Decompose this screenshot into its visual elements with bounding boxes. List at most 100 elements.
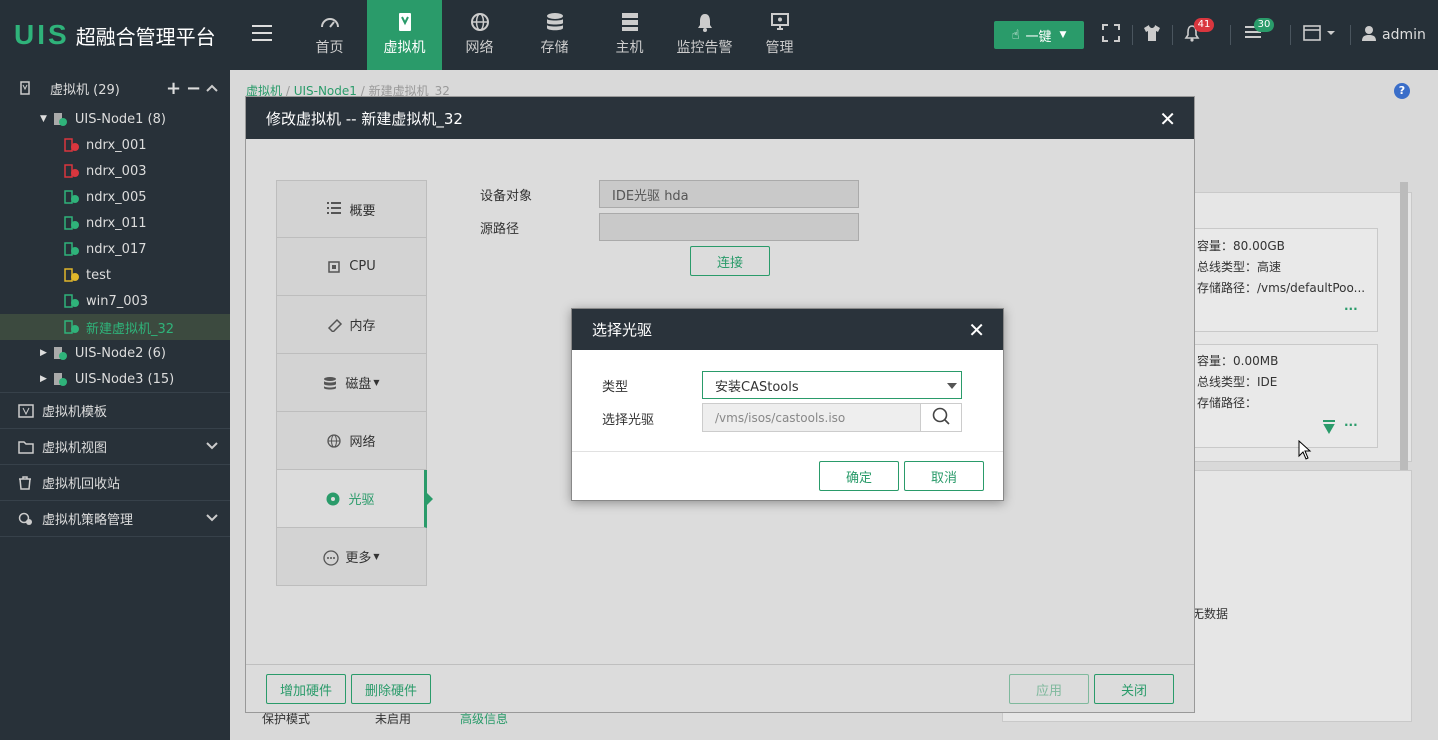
user-menu[interactable]: admin — [1362, 25, 1426, 45]
source-path-label: 源路径 — [480, 222, 520, 237]
sidebar-item-label: 虚拟机策略管理 — [42, 513, 134, 528]
vm-status-icon — [64, 242, 79, 256]
tree-node-2-label: UIS-Node2 (6) — [74, 345, 166, 361]
nav-storage-label: 存储 — [540, 40, 569, 56]
monitor-icon — [742, 12, 817, 34]
type-label: 类型 — [602, 380, 629, 395]
sidebar-item-recycle[interactable]: 虚拟机回收站 — [0, 464, 230, 500]
trash-icon — [18, 475, 32, 490]
close-button[interactable]: 关闭 — [1094, 674, 1174, 704]
vm-list-item[interactable]: ndrx_001 — [0, 132, 230, 158]
expanded-caret-icon: ▼ — [40, 114, 47, 124]
theme-shirt-icon[interactable] — [1143, 24, 1163, 44]
close-icon[interactable]: ✕ — [1159, 107, 1176, 131]
vm-list-item-label: ndrx_001 — [86, 137, 147, 153]
vm-list-item[interactable]: ndrx_005 — [0, 184, 230, 210]
vm-list-item[interactable]: ndrx_011 — [0, 210, 230, 236]
add-hardware-button[interactable]: 增加硬件 — [266, 674, 346, 704]
tab-cpu[interactable]: CPU — [276, 238, 427, 296]
search-button[interactable] — [920, 403, 962, 432]
confirm-button[interactable]: 确定 — [819, 461, 899, 491]
nav-home[interactable]: 首页 — [292, 0, 367, 70]
tree-node-2[interactable]: ▶ UIS-Node2 (6) — [0, 340, 230, 366]
sidebar-item-label: 虚拟机视图 — [42, 441, 108, 456]
folder-icon — [18, 440, 34, 454]
more-dots-icon[interactable]: ··· — [1344, 302, 1358, 316]
alerts-count-badge: 41 — [1194, 18, 1214, 32]
sidebar-item-policy[interactable]: 虚拟机策略管理 — [0, 500, 230, 536]
sidebar-header[interactable]: 虚拟机 (29) + − — [0, 70, 230, 106]
caret-down-icon: ▼ — [373, 378, 380, 387]
remove-hardware-button[interactable]: 删除硬件 — [351, 674, 431, 704]
nav-network[interactable]: 网络 — [442, 0, 517, 70]
collapsed-caret-icon: ▶ — [40, 348, 47, 358]
menu-toggle-icon[interactable] — [252, 25, 272, 41]
tab-disk[interactable]: 磁盘 ▼ — [276, 354, 427, 412]
cancel-button[interactable]: 取消 — [904, 461, 984, 491]
sidebar-header-label: 虚拟机 (29) — [50, 82, 120, 98]
tab-network[interactable]: 网络 — [276, 412, 427, 470]
type-select[interactable]: 安装CAStools — [702, 371, 962, 399]
collapse-icon[interactable] — [206, 81, 218, 96]
vm-list-item[interactable]: ndrx_017 — [0, 236, 230, 262]
sidebar-item-templates[interactable]: 虚拟机模板 — [0, 392, 230, 428]
vm-status-icon — [64, 294, 79, 308]
apply-button[interactable]: 应用 — [1009, 674, 1089, 704]
top-navbar: UIS 超融合管理平台 首页 虚拟机 网络 存储 主机 监控告警 管理 ☝ 一键… — [0, 0, 1438, 76]
disk2-capacity: 容量：0.00MB — [1197, 354, 1279, 368]
vm-list-item-label: win7_003 — [86, 293, 149, 309]
vm-list-item[interactable]: 新建虚拟机_32 — [0, 314, 230, 340]
tab-cdrom[interactable]: 光驱 — [276, 470, 433, 528]
vm-list-item[interactable]: ndrx_003 — [0, 158, 230, 184]
tasks-icon[interactable]: 30 — [1244, 18, 1274, 44]
connect-button[interactable]: 连接 — [690, 246, 770, 276]
vm-status-icon — [64, 164, 79, 178]
nav-monitor[interactable]: 监控告警 — [667, 0, 742, 70]
select-cdrom-dialog: 选择光驱 ✕ 类型 安装CAStools 选择光驱 /vms/isos/cast… — [571, 308, 1004, 501]
globe-icon — [442, 12, 517, 34]
sidebar-item-label: 虚拟机模板 — [42, 405, 108, 420]
type-select-value: 安装CAStools — [715, 379, 799, 395]
vm-list-item-label: ndrx_017 — [86, 241, 147, 257]
remove-icon[interactable]: − — [186, 78, 201, 99]
hardware-tabs: 概要 CPU 内存 磁盘 ▼ 网络 光驱 更多 ▼ — [276, 180, 433, 586]
more-icon — [323, 549, 340, 566]
layout-menu-icon[interactable] — [1303, 24, 1339, 44]
user-icon — [1362, 25, 1376, 45]
vm-list-item[interactable]: win7_003 — [0, 288, 230, 314]
help-icon[interactable]: ? — [1394, 83, 1410, 99]
source-path-field[interactable] — [599, 213, 859, 241]
caret-down-icon: ▼ — [373, 552, 380, 561]
tab-summary[interactable]: 概要 — [276, 180, 427, 238]
alerts-bell-icon[interactable]: 41 — [1184, 18, 1214, 44]
fullscreen-icon[interactable] — [1102, 24, 1122, 44]
nav-vm[interactable]: 虚拟机 — [367, 0, 442, 76]
nav-host-label: 主机 — [615, 40, 644, 56]
close-icon[interactable]: ✕ — [968, 318, 985, 342]
filter-icon[interactable] — [1322, 420, 1336, 437]
vm-icon — [20, 81, 34, 95]
add-icon[interactable]: + — [166, 78, 181, 99]
search-icon — [932, 407, 950, 429]
one-key-button[interactable]: ☝ 一键 ▼ — [994, 21, 1084, 49]
vm-list-item-label: ndrx_003 — [86, 163, 147, 179]
tree-node-3[interactable]: ▶ UIS-Node3 (15) — [0, 366, 230, 392]
tab-cdrom-label: 光驱 — [348, 493, 375, 508]
nav-host[interactable]: 主机 — [592, 0, 667, 70]
tab-memory[interactable]: 内存 — [276, 296, 427, 354]
vm-status-icon — [64, 190, 79, 204]
vm-list-item[interactable]: test — [0, 262, 230, 288]
tab-network-label: 网络 — [349, 435, 376, 450]
logo[interactable]: UIS 超融合管理平台 — [14, 19, 216, 50]
sidebar-item-views[interactable]: 虚拟机视图 — [0, 428, 230, 464]
tree-node-1-label: UIS-Node1 (8) — [74, 111, 166, 127]
more-dots-icon[interactable]: ··· — [1344, 418, 1358, 432]
drive-path-input[interactable]: /vms/isos/castools.iso — [702, 403, 921, 432]
host-icon — [53, 372, 67, 386]
database-icon — [517, 12, 592, 34]
nav-storage[interactable]: 存储 — [517, 0, 592, 70]
select-drive-label: 选择光驱 — [602, 413, 655, 428]
tab-more[interactable]: 更多 ▼ — [276, 528, 427, 586]
nav-manage[interactable]: 管理 — [742, 0, 817, 70]
tree-node-1[interactable]: ▼ UIS-Node1 (8) — [0, 106, 230, 132]
